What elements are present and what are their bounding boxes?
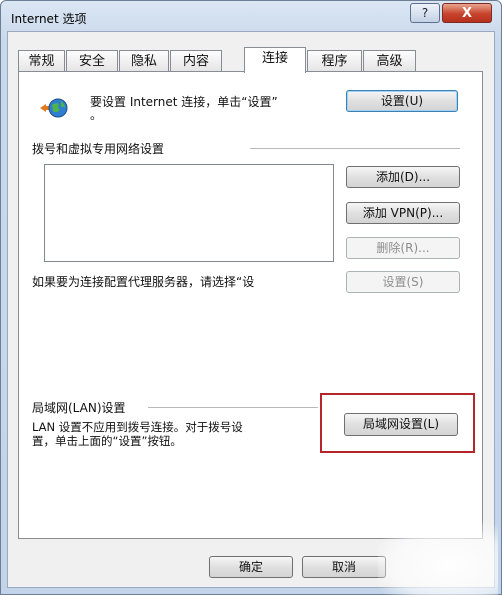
add-connection-button[interactable]: 添加(D)...	[346, 166, 460, 188]
dialup-group-divider	[250, 148, 460, 149]
connection-settings-button[interactable]: 设置(S)	[346, 271, 460, 293]
tab-privacy[interactable]: 隐私	[119, 50, 169, 72]
proxy-instruction: 如果要为连接配置代理服务器，请选择“设	[32, 275, 255, 289]
add-vpn-button[interactable]: 添加 VPN(P)...	[346, 202, 460, 224]
ok-button[interactable]: 确定	[209, 556, 293, 578]
tab-advanced[interactable]: 高级	[363, 50, 416, 72]
setup-button[interactable]: 设置(U)	[346, 90, 458, 112]
connections-listbox[interactable]	[44, 164, 334, 262]
watermark-blur	[378, 520, 498, 595]
lan-group-divider	[148, 407, 318, 408]
title-bar[interactable]: Internet 选项 ? X	[1, 1, 501, 31]
tab-content[interactable]: 内容	[170, 50, 222, 72]
tab-programs[interactable]: 程序	[307, 50, 362, 72]
remove-connection-button[interactable]: 删除(R)...	[346, 237, 460, 259]
setup-instruction-cont: 。	[90, 108, 103, 122]
dialup-vpn-heading: 拨号和虚拟专用网络设置	[32, 142, 165, 156]
lan-description-line2: 置，单击上面的“设置”按钮。	[32, 434, 182, 448]
cancel-button[interactable]: 取消	[302, 556, 386, 578]
tab-general[interactable]: 常规	[18, 50, 65, 72]
lan-settings-highlight	[320, 393, 475, 453]
tab-connections[interactable]: 连接	[244, 47, 306, 73]
help-button[interactable]: ?	[410, 3, 440, 23]
close-button[interactable]: X	[442, 3, 492, 23]
window-title: Internet 选项	[11, 12, 87, 26]
lan-heading: 局域网(LAN)设置	[32, 401, 126, 415]
tab-security[interactable]: 安全	[66, 50, 118, 72]
setup-instruction: 要设置 Internet 连接，单击“设置”	[90, 95, 278, 109]
globe-network-icon	[40, 98, 68, 118]
